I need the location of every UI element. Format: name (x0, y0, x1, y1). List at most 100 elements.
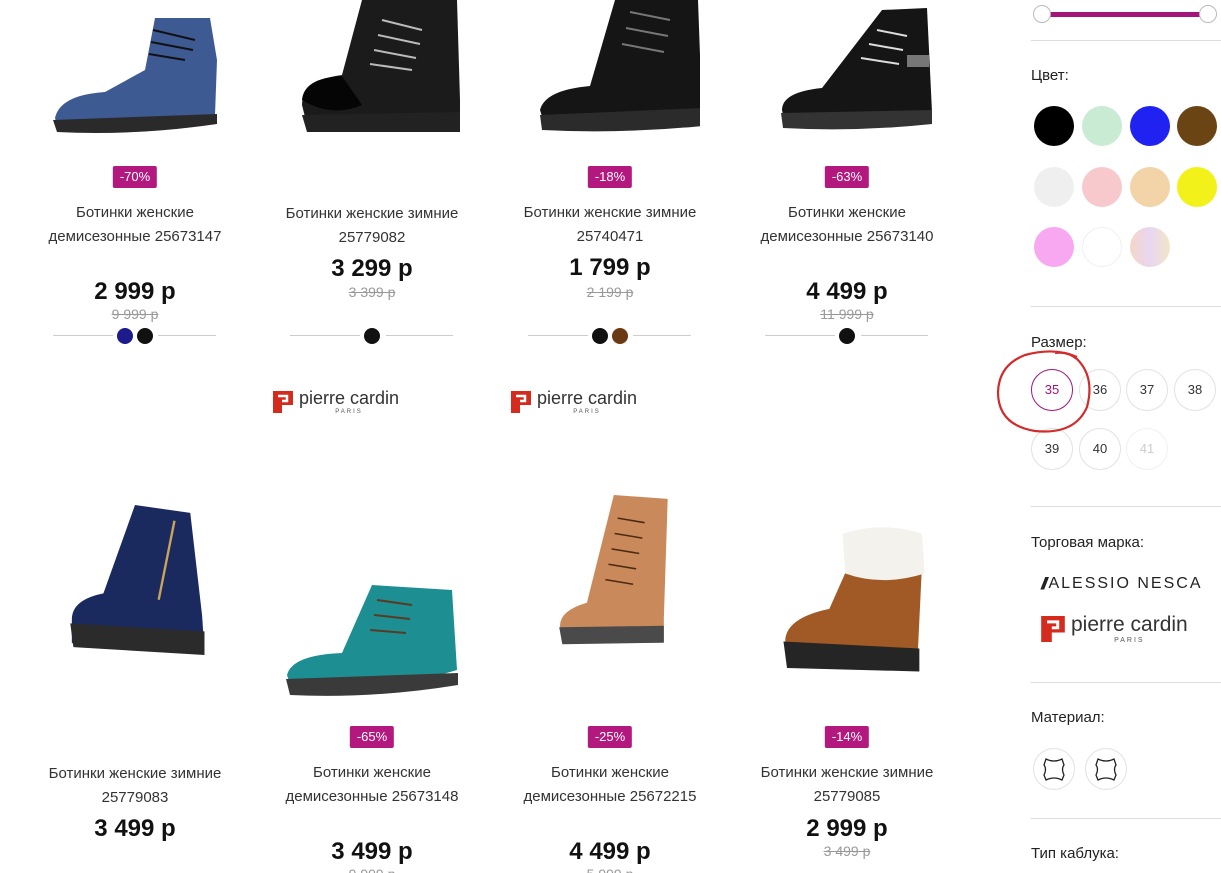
brand-sub: PARIS (1114, 637, 1145, 644)
material-option-suede[interactable] (1085, 748, 1127, 790)
product-price: 4 499 р (569, 838, 651, 865)
color-dot-brown[interactable] (612, 328, 628, 344)
brand-filter-title: Торговая марка: (1031, 534, 1144, 551)
brand-name: pierre cardin (537, 388, 638, 408)
old-price: 9 999 р (262, 865, 482, 873)
product-price: 2 999 р (94, 278, 176, 305)
product-card[interactable]: -25% Ботинки женские демисезонные 256722… (500, 495, 720, 873)
brand-name: pierre cardin (1071, 613, 1188, 636)
color-swatch-black[interactable] (1034, 106, 1074, 146)
product-card[interactable]: -18% Ботинки женские зимние 25740471 1 7… (500, 0, 720, 360)
product-name[interactable]: Ботинки женские зимние 25779085 (737, 761, 957, 809)
pierre-cardin-mark-icon (1041, 616, 1065, 642)
old-price: 3 399 р (348, 284, 396, 300)
suede-icon (1095, 758, 1117, 781)
size-option-41: 41 (1126, 428, 1168, 470)
size-option-38[interactable]: 38 (1174, 369, 1216, 411)
brand-filter-pierre-cardin[interactable]: pierre cardin PARIS (1041, 614, 1188, 644)
pierre-cardin-mark-icon (511, 391, 531, 413)
product-image[interactable] (520, 495, 700, 645)
color-swatch-multicolor[interactable] (1130, 227, 1170, 267)
product-name[interactable]: Ботинки женские зимние 25779082 (262, 202, 482, 250)
discount-badge: -65% (349, 726, 395, 748)
old-price: 9 999 р (111, 306, 159, 322)
discount-badge: -18% (587, 166, 633, 188)
product-name[interactable]: Ботинки женские демисезонные 25673140 (737, 201, 957, 249)
color-options (290, 328, 455, 344)
alessio-nesca-slash-icon: // (1041, 574, 1048, 593)
product-price: 3 499 р (94, 815, 176, 842)
color-dot-navy[interactable] (117, 328, 133, 344)
brand-logo-pierre-cardin: pierre cardin PARIS (273, 389, 399, 415)
old-price: 5 999 р (500, 865, 720, 873)
divider (1031, 506, 1221, 507)
color-swatch-brown[interactable] (1177, 106, 1217, 146)
product-price: 4 499 р (806, 278, 888, 305)
material-option-leather[interactable] (1033, 748, 1075, 790)
product-name[interactable]: Ботинки женские демисезонные 25672215 (500, 761, 720, 809)
brand-name: ALESSIO NESCA (1048, 575, 1203, 592)
size-option-36[interactable]: 36 (1079, 369, 1121, 411)
size-filter-title: Размер: (1031, 334, 1087, 351)
leather-icon (1043, 758, 1065, 781)
old-price: 11 999 р (820, 306, 874, 322)
color-options (765, 328, 930, 344)
product-image[interactable] (757, 525, 937, 675)
discount-badge: -25% (587, 726, 633, 748)
color-swatch-yellow[interactable] (1177, 167, 1217, 207)
price-slider-min-handle[interactable] (1033, 5, 1051, 23)
divider (1031, 682, 1221, 683)
size-option-37[interactable]: 37 (1126, 369, 1168, 411)
color-options (53, 328, 218, 344)
color-swatch-beige[interactable] (1130, 167, 1170, 207)
size-option-35[interactable]: 35 (1031, 369, 1073, 411)
color-swatch-light-pink[interactable] (1034, 227, 1074, 267)
material-filter-title: Материал: (1031, 709, 1105, 726)
filter-sidebar: Цвет: Размер: 35 36 37 38 39 40 41 Торго… (1031, 0, 1221, 873)
color-dot-black[interactable] (364, 328, 380, 344)
product-image[interactable] (282, 565, 462, 715)
brand-sub: PARIS (573, 409, 601, 415)
color-dot-black[interactable] (592, 328, 608, 344)
product-price: 1 799 р (569, 254, 651, 281)
product-card[interactable]: -65% Ботинки женские демисезонные 256731… (262, 495, 482, 873)
color-options (528, 328, 693, 344)
product-price: 3 299 р (331, 255, 413, 282)
product-card[interactable]: -63% Ботинки женские демисезонные 256731… (737, 0, 957, 360)
discount-badge: -63% (824, 166, 870, 188)
divider (1031, 306, 1221, 307)
divider (1031, 40, 1221, 41)
product-card[interactable]: -70% Ботинки женские демисезонные 256731… (25, 0, 245, 360)
product-price: 3 499 р (331, 838, 413, 865)
discount-badge: -70% (112, 166, 158, 188)
old-price: 3 499 р (823, 843, 871, 859)
product-name[interactable]: Ботинки женские демисезонные 25673148 (262, 761, 482, 809)
product-image[interactable] (282, 0, 462, 150)
color-dot-black[interactable] (137, 328, 153, 344)
product-image[interactable] (520, 0, 700, 150)
color-swatch-pink[interactable] (1082, 167, 1122, 207)
price-slider-max-handle[interactable] (1199, 5, 1217, 23)
size-option-40[interactable]: 40 (1079, 428, 1121, 470)
product-card[interactable]: Ботинки женские зимние 25779083 3 499 р (25, 495, 245, 873)
product-name[interactable]: Ботинки женские демисезонные 25673147 (25, 201, 245, 249)
brand-sub: PARIS (335, 409, 363, 415)
divider (1031, 818, 1221, 819)
product-card[interactable]: Ботинки женские зимние 25779082 3 299 р … (262, 0, 482, 360)
brand-filter-alessio-nesca[interactable]: // ALESSIO NESCA (1041, 574, 1203, 594)
color-dot-black[interactable] (839, 328, 855, 344)
product-image[interactable] (45, 0, 225, 150)
color-swatch-mint[interactable] (1082, 106, 1122, 146)
price-slider[interactable] (1031, 0, 1221, 30)
price-slider-track[interactable] (1041, 12, 1203, 17)
product-name[interactable]: Ботинки женские зимние 25779083 (25, 762, 245, 810)
product-name[interactable]: Ботинки женские зимние 25740471 (500, 201, 720, 249)
product-image[interactable] (757, 0, 937, 150)
size-option-39[interactable]: 39 (1031, 428, 1073, 470)
color-swatch-light-grey[interactable] (1034, 167, 1074, 207)
discount-badge: -14% (824, 726, 870, 748)
color-swatch-white[interactable] (1082, 227, 1122, 267)
product-image[interactable] (45, 505, 225, 655)
color-swatch-blue[interactable] (1130, 106, 1170, 146)
product-card[interactable]: -14% Ботинки женские зимние 25779085 2 9… (737, 495, 957, 873)
